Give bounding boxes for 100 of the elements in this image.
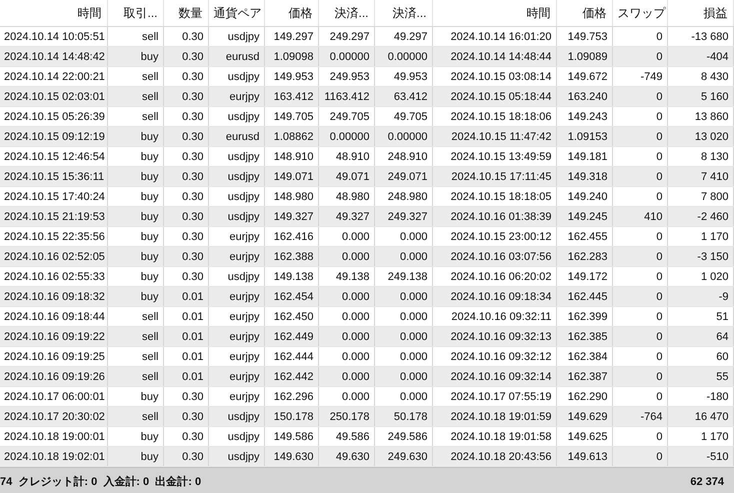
column-header[interactable]: 価格 bbox=[264, 0, 318, 26]
table-cell: 149.318 bbox=[556, 166, 612, 186]
table-cell: -2 460 bbox=[667, 206, 733, 226]
table-cell: 2024.10.15 09:12:19 bbox=[0, 126, 107, 146]
table-cell: 49.071 bbox=[318, 166, 374, 186]
table-cell: 49.327 bbox=[318, 206, 374, 226]
table-cell: 410 bbox=[612, 206, 667, 226]
table-cell: 0.000 bbox=[374, 366, 432, 386]
table-cell: 250.178 bbox=[318, 406, 374, 426]
table-cell: -510 bbox=[667, 446, 733, 466]
table-cell: 163.412 bbox=[264, 86, 318, 106]
column-header[interactable]: 価格 bbox=[556, 0, 612, 26]
table-cell: 0.000 bbox=[374, 326, 432, 346]
table-cell: 1.09089 bbox=[556, 46, 612, 66]
table-cell: 0.000 bbox=[318, 326, 374, 346]
table-cell: 2024.10.16 09:19:22 bbox=[0, 326, 107, 346]
table-cell: 0 bbox=[612, 46, 667, 66]
table-cell: 0.000 bbox=[318, 286, 374, 306]
table-cell: 0.30 bbox=[163, 46, 208, 66]
table-cell: usdjpy bbox=[208, 446, 264, 466]
table-cell: 2024.10.18 20:43:56 bbox=[432, 446, 556, 466]
table-cell: 149.071 bbox=[264, 166, 318, 186]
table-cell: 0.01 bbox=[163, 366, 208, 386]
table-cell: 0 bbox=[612, 286, 667, 306]
table-cell: 2024.10.15 17:11:45 bbox=[432, 166, 556, 186]
table-cell: 0 bbox=[612, 166, 667, 186]
table-cell: 249.630 bbox=[374, 446, 432, 466]
table-cell: buy bbox=[107, 206, 163, 226]
table-cell: 163.240 bbox=[556, 86, 612, 106]
table-cell: 2024.10.14 14:48:44 bbox=[432, 46, 556, 66]
column-header[interactable]: 時間 bbox=[432, 0, 556, 26]
table-cell: buy bbox=[107, 286, 163, 306]
table-cell: 1.09098 bbox=[264, 46, 318, 66]
table-cell: 5 160 bbox=[667, 86, 733, 106]
table-cell: 0.30 bbox=[163, 166, 208, 186]
table-cell: 149.327 bbox=[264, 206, 318, 226]
table-cell: 2024.10.16 09:18:34 bbox=[432, 286, 556, 306]
table-cell: 162.454 bbox=[264, 286, 318, 306]
table-cell: 2024.10.17 20:30:02 bbox=[0, 406, 107, 426]
column-header[interactable]: 通貨ペア bbox=[208, 0, 264, 26]
table-cell: 64 bbox=[667, 326, 733, 346]
table-cell: eurjpy bbox=[208, 326, 264, 346]
table-cell: 0.30 bbox=[163, 246, 208, 266]
table-cell: 1.09153 bbox=[556, 126, 612, 146]
table-cell: 0.000 bbox=[374, 286, 432, 306]
column-header[interactable]: 取引... bbox=[107, 0, 163, 26]
table-cell: 2024.10.15 05:18:44 bbox=[432, 86, 556, 106]
table-cell: -764 bbox=[612, 406, 667, 426]
table-cell: 0 bbox=[612, 366, 667, 386]
table-cell: 2024.10.16 03:07:56 bbox=[432, 246, 556, 266]
table-cell: 1163.412 bbox=[318, 86, 374, 106]
table-cell: buy bbox=[107, 246, 163, 266]
table-cell: buy bbox=[107, 166, 163, 186]
table-cell: 149.245 bbox=[556, 206, 612, 226]
table-cell: sell bbox=[107, 406, 163, 426]
table-cell: 0.30 bbox=[163, 446, 208, 466]
table-cell: buy bbox=[107, 126, 163, 146]
table-cell: 2024.10.16 09:18:32 bbox=[0, 286, 107, 306]
table-cell: 49.630 bbox=[318, 446, 374, 466]
table-cell: 0 bbox=[612, 246, 667, 266]
table-cell: 2024.10.16 09:19:26 bbox=[0, 366, 107, 386]
column-header[interactable]: 決済... bbox=[318, 0, 374, 26]
table-cell: 0.01 bbox=[163, 286, 208, 306]
table-cell: 0.30 bbox=[163, 86, 208, 106]
table-cell: usdjpy bbox=[208, 206, 264, 226]
column-header[interactable]: 決済... bbox=[374, 0, 432, 26]
table-cell: eurjpy bbox=[208, 86, 264, 106]
table-cell: 162.387 bbox=[556, 366, 612, 386]
table-cell: -9 bbox=[667, 286, 733, 306]
table-cell: 0.00000 bbox=[374, 46, 432, 66]
table-cell: 162.283 bbox=[556, 246, 612, 266]
table-cell: 2024.10.15 11:47:42 bbox=[432, 126, 556, 146]
table-cell: 2024.10.18 19:01:59 bbox=[432, 406, 556, 426]
column-header[interactable]: 数量 bbox=[163, 0, 208, 26]
table-cell: 16 470 bbox=[667, 406, 733, 426]
table-cell: sell bbox=[107, 366, 163, 386]
table-cell: sell bbox=[107, 326, 163, 346]
column-header[interactable]: 損益 bbox=[667, 0, 733, 26]
table-cell: 2024.10.16 09:32:14 bbox=[432, 366, 556, 386]
table-cell: 0 bbox=[612, 326, 667, 346]
table-cell: 2024.10.15 15:36:11 bbox=[0, 166, 107, 186]
table-cell: 0 bbox=[612, 446, 667, 466]
table-cell: eurjpy bbox=[208, 286, 264, 306]
table-cell: 0.30 bbox=[163, 406, 208, 426]
table-cell: 0.00000 bbox=[318, 126, 374, 146]
column-header[interactable]: 時間 bbox=[0, 0, 107, 26]
table-cell: buy bbox=[107, 446, 163, 466]
table-cell: usdjpy bbox=[208, 406, 264, 426]
column-header[interactable]: スワップ bbox=[612, 0, 667, 26]
table-cell: 162.385 bbox=[556, 326, 612, 346]
table-cell: 1.08862 bbox=[264, 126, 318, 146]
table-cell: usdjpy bbox=[208, 166, 264, 186]
table-cell: 2024.10.15 02:03:01 bbox=[0, 86, 107, 106]
table-cell: 162.388 bbox=[264, 246, 318, 266]
table-cell: 0.30 bbox=[163, 206, 208, 226]
table-cell: 7 410 bbox=[667, 166, 733, 186]
table-cell: 0.01 bbox=[163, 326, 208, 346]
table-cell: 150.178 bbox=[264, 406, 318, 426]
table-cell: 2024.10.16 09:32:13 bbox=[432, 326, 556, 346]
table-cell: 0 bbox=[612, 126, 667, 146]
